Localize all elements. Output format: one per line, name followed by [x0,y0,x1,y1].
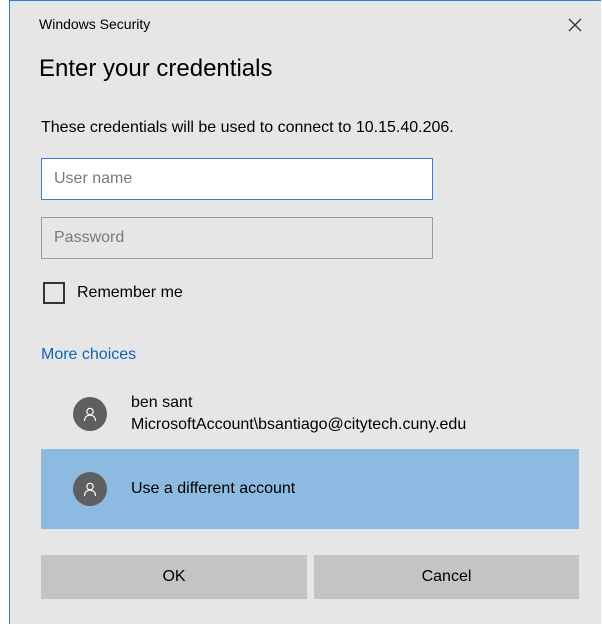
avatar [73,472,107,506]
username-input[interactable] [41,158,433,200]
window-title: Windows Security [39,16,151,32]
account-name: ben sant [131,394,193,411]
remember-me-checkbox[interactable] [43,282,65,304]
remember-me-label: Remember me [77,284,183,301]
dialog-heading: Enter your credentials [39,55,273,82]
close-icon [568,18,582,32]
account-detail: MicrosoftAccount\bsantiago@citytech.cuny… [131,416,467,433]
cancel-button[interactable]: Cancel [314,555,579,599]
password-input[interactable] [41,217,433,259]
dialog-description: These credentials will be used to connec… [41,119,454,136]
close-button[interactable] [563,13,587,37]
account-name: Use a different account [131,480,296,497]
credentials-dialog: Windows Security Enter your credentials … [9,0,601,624]
remember-me-option[interactable]: Remember me [43,282,183,304]
ok-button[interactable]: OK [41,555,307,599]
user-icon [83,482,97,497]
user-icon [83,407,97,422]
account-option-ben-sant[interactable]: ben sant MicrosoftAccount\bsantiago@city… [41,383,579,445]
avatar [73,397,107,431]
account-text: ben sant MicrosoftAccount\bsantiago@city… [131,392,466,436]
account-option-different-account[interactable]: Use a different account [41,449,579,529]
more-choices-link[interactable]: More choices [41,346,136,364]
